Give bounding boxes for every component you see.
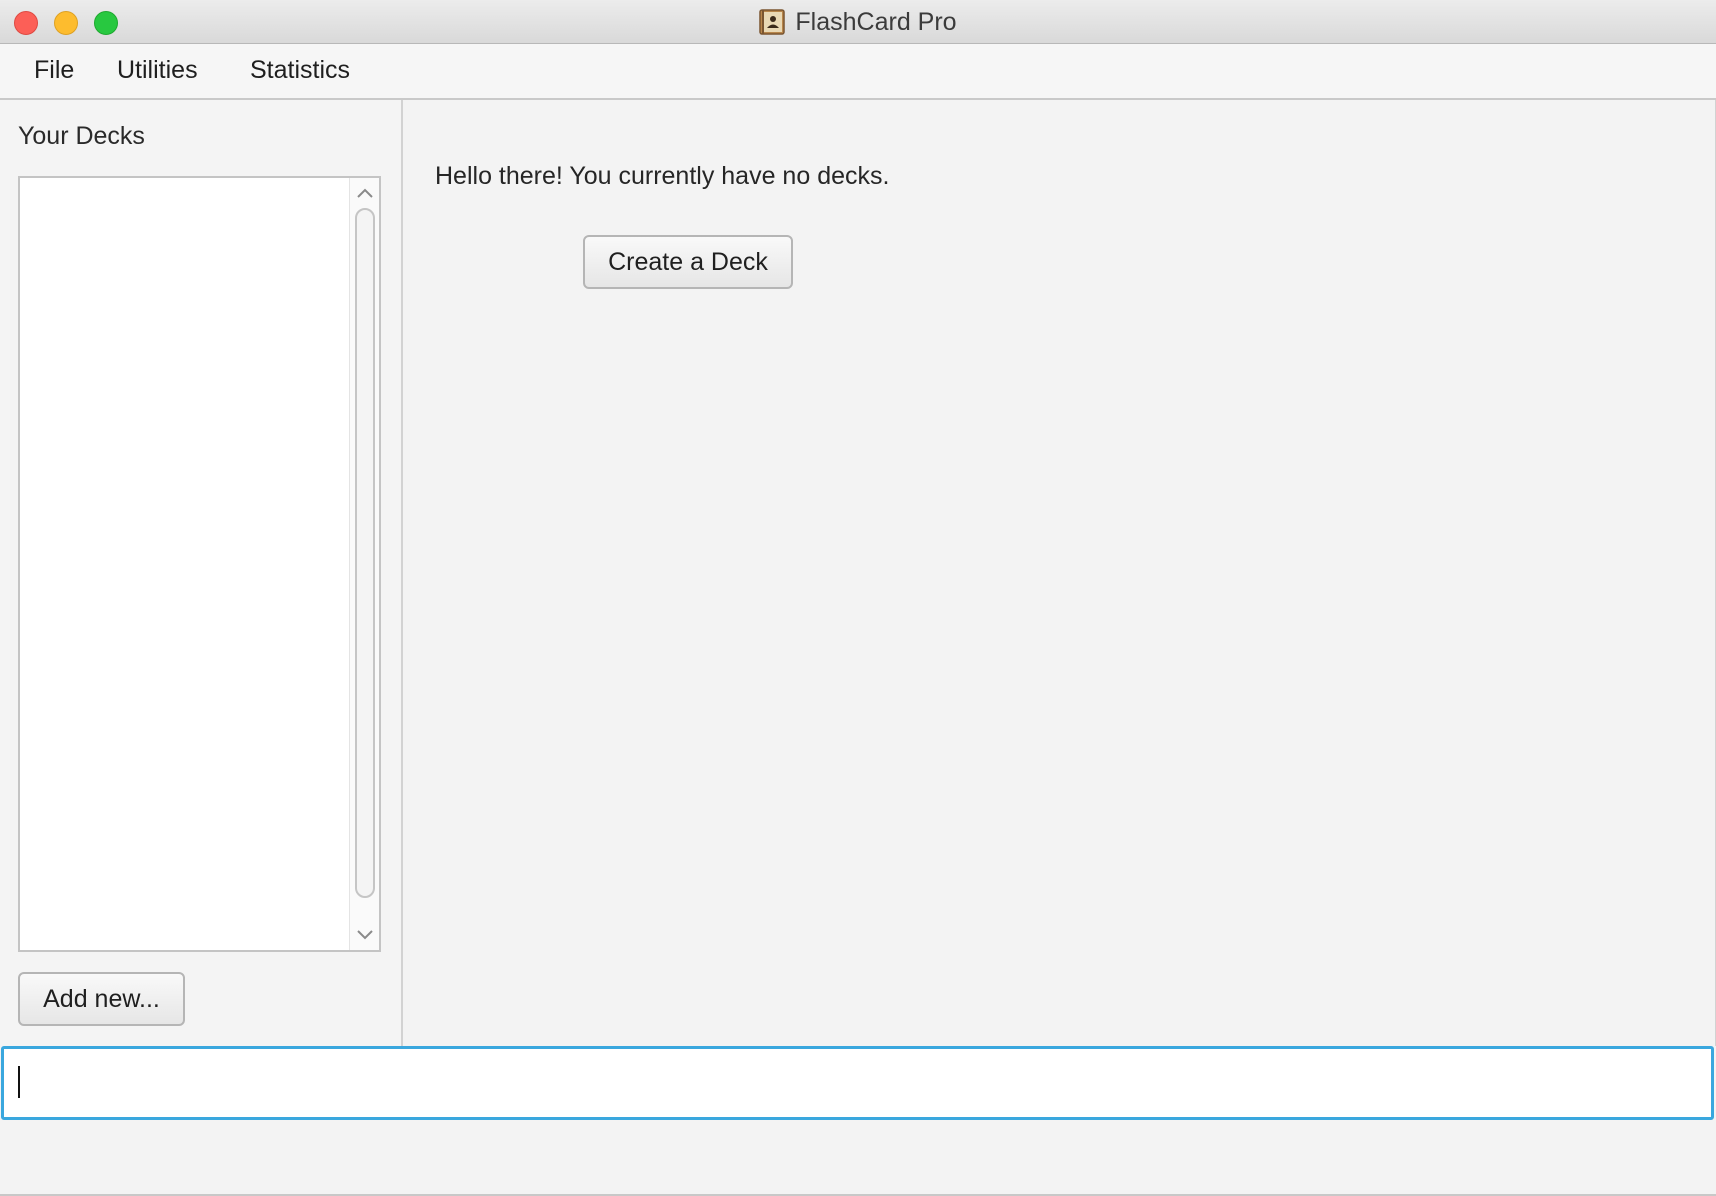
flashcard-book-icon [759, 9, 786, 35]
scroll-thumb[interactable] [355, 208, 375, 898]
menu-utilities[interactable]: Utilities [117, 56, 198, 85]
add-new-deck-button[interactable]: Add new... [18, 972, 185, 1026]
decks-sidebar: Your Decks Add new... [0, 100, 403, 1046]
sidebar-title: Your Decks [18, 122, 145, 150]
main-panel: Hello there! You currently have no decks… [403, 100, 1716, 1046]
window-title: FlashCard Pro [795, 7, 957, 36]
deck-list-scrollbar[interactable] [349, 178, 379, 950]
menu-file[interactable]: File [34, 56, 74, 85]
chevron-down-icon[interactable] [356, 928, 374, 942]
menu-bar: File Utilities Statistics [0, 44, 1716, 100]
empty-state-message: Hello there! You currently have no decks… [435, 162, 890, 190]
app-window: FlashCard Pro File Utilities Statistics … [0, 0, 1716, 1196]
deck-list[interactable] [18, 176, 381, 952]
title-group: FlashCard Pro [0, 0, 1716, 44]
status-area [0, 1120, 1716, 1196]
command-input[interactable] [1, 1046, 1714, 1120]
text-caret [18, 1066, 20, 1098]
menu-statistics[interactable]: Statistics [250, 56, 350, 85]
create-deck-button[interactable]: Create a Deck [583, 235, 793, 289]
title-bar[interactable]: FlashCard Pro [0, 0, 1716, 44]
chevron-up-icon[interactable] [356, 186, 374, 200]
